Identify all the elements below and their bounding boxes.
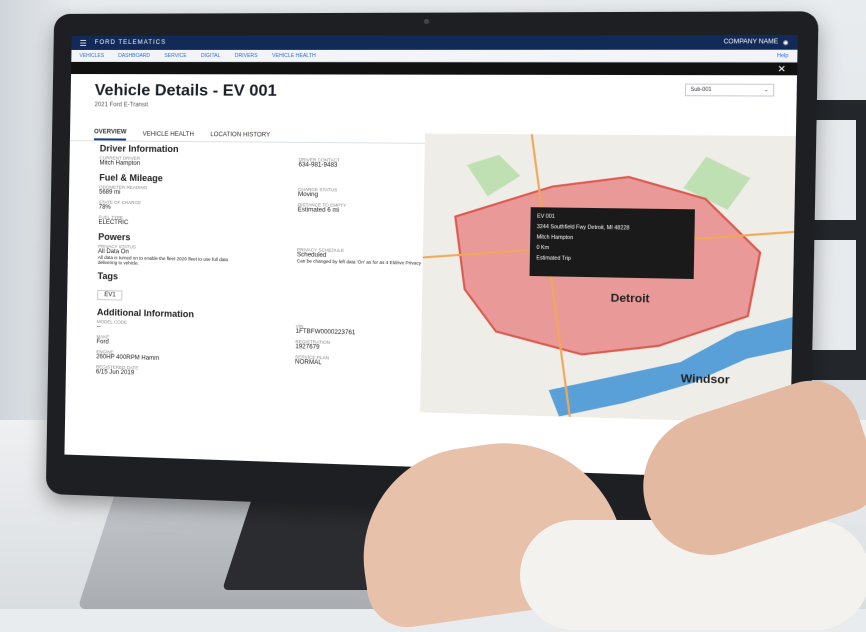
nav-bar: VEHICLES DASHBOARD SERVICE DIGITAL DRIVE… (71, 49, 798, 63)
tag-chip[interactable]: EV1 (97, 289, 123, 301)
map-canvas[interactable] (420, 133, 796, 424)
vehicle-select-value: Sub-001 (690, 86, 712, 94)
status-value: Moving (297, 191, 319, 199)
screen: ☰ FORD TELEMATICS COMPANY NAME ◉ VEHICLE… (64, 34, 798, 480)
fuel-type-value: ELECTRIC (98, 219, 129, 227)
driver-section-title: Driver Information (99, 143, 179, 155)
nav-dashboard[interactable]: DASHBOARD (118, 52, 150, 58)
tooltip-speed: 0 Km (536, 244, 550, 252)
nav-drivers[interactable]: DRIVERS (235, 52, 258, 58)
city-label-windsor: Windsor (680, 372, 730, 387)
top-bar: ☰ FORD TELEMATICS COMPANY NAME ◉ (71, 34, 798, 50)
nav-vehicles[interactable]: VEHICLES (79, 52, 104, 58)
camera (423, 18, 430, 25)
privacy-schedule-desc: Can be changed by left data 'On' as for … (296, 258, 437, 266)
brand-logo: FORD TELEMATICS (94, 39, 167, 46)
privacy-status-desc: All data is turned on to enable the flee… (97, 254, 229, 266)
company-name[interactable]: COMPANY NAME (723, 39, 778, 45)
nav-vehicle-health[interactable]: VEHICLE HEALTH (272, 52, 316, 58)
map[interactable]: EV 001 3244 Southfield Fwy Detroit, MI 4… (420, 133, 796, 424)
range-value: Estimated 6 mi (297, 207, 340, 214)
chevron-down-icon: ⌄ (763, 86, 769, 94)
driver-value[interactable]: Mitch Hampton (99, 160, 236, 167)
details-panel: Driver Information CURRENT DRIVER Mitch … (64, 131, 473, 469)
tooltip-address: 3244 Southfield Fwy Detroit, MI 48228 (536, 223, 630, 232)
menu-icon[interactable]: ☰ (80, 38, 87, 47)
charge-value: 78% (98, 204, 111, 211)
vehicle-select[interactable]: Sub-001 ⌄ (684, 83, 775, 97)
contact-value: 634-981-9483 (298, 162, 338, 169)
tooltip-note: Estimated Trip (536, 255, 572, 263)
page-header: Vehicle Details - EV 001 2021 Ford E-Tra… (70, 74, 797, 131)
vehicle-tooltip: EV 001 3244 Southfield Fwy Detroit, MI 4… (529, 207, 695, 280)
tooltip-title: EV 001 (536, 213, 555, 221)
tags-section-title: Tags (97, 270, 119, 282)
user-icon[interactable]: ◉ (783, 39, 789, 46)
company-area[interactable]: COMPANY NAME ◉ (723, 39, 788, 46)
page-title: Vehicle Details - EV 001 (94, 82, 277, 100)
nav-digital[interactable]: DIGITAL (201, 52, 221, 58)
page-subtitle: 2021 Ford E-Transit (94, 102, 149, 109)
nav-service[interactable]: SERVICE (164, 52, 186, 58)
close-icon[interactable]: ✕ (777, 63, 786, 75)
city-label-detroit: Detroit (610, 292, 650, 306)
nav-help[interactable]: Help (777, 52, 789, 58)
tooltip-driver: Mitch Hampton (536, 234, 574, 242)
odometer-value: 5689 mi (98, 189, 121, 196)
